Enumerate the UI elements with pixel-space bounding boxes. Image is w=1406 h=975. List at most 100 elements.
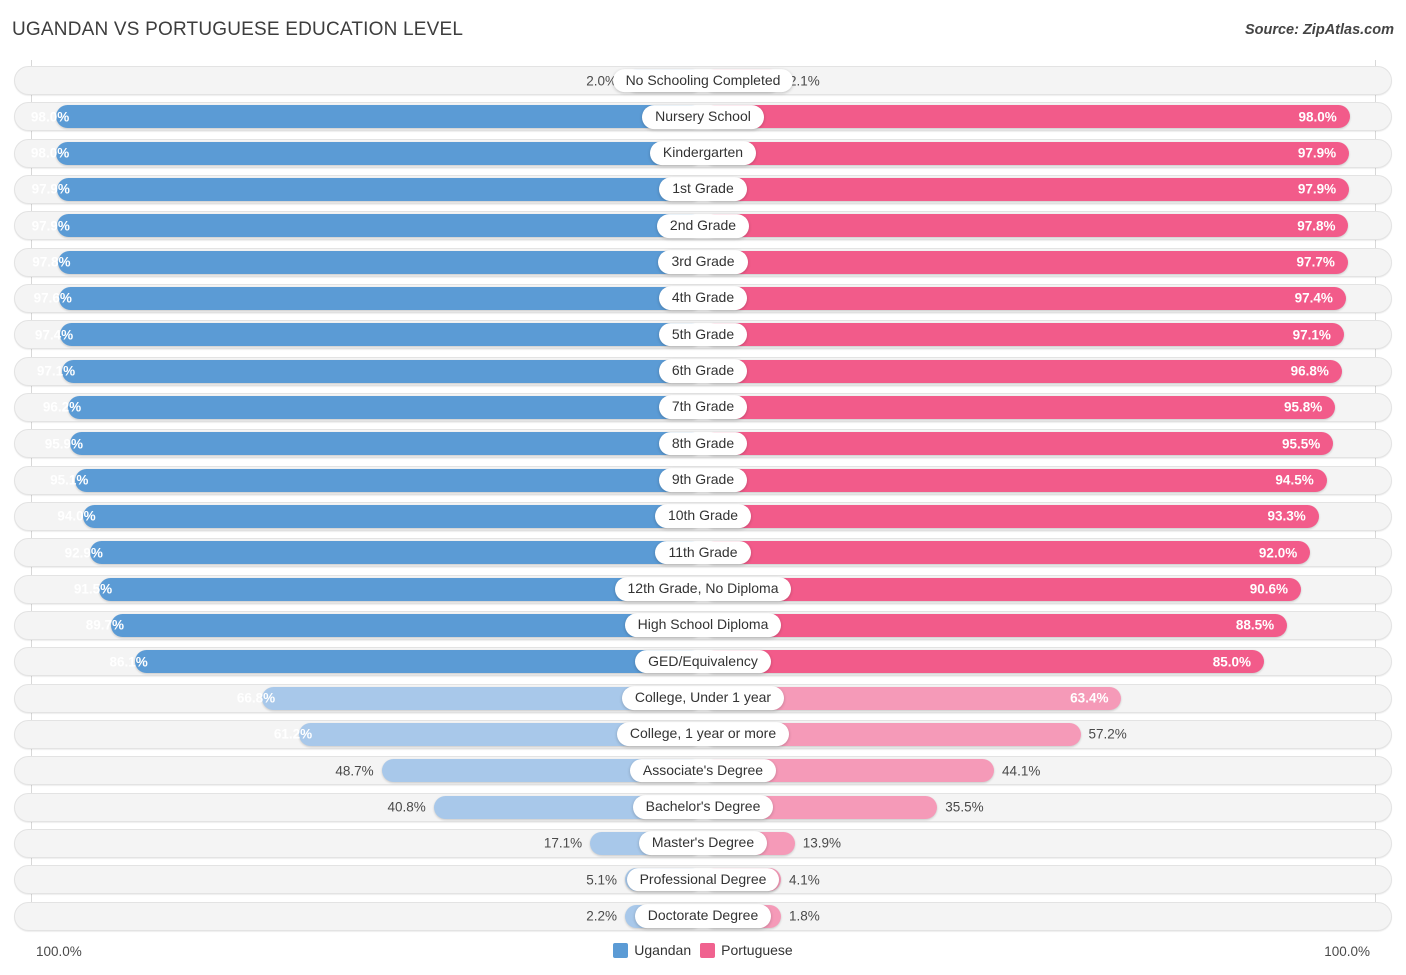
bar-ugandan[interactable] (56, 177, 703, 201)
value-label-portuguese: 4.1% (789, 872, 820, 887)
value-label-portuguese: 92.0% (1258, 545, 1298, 561)
bar-ugandan[interactable] (590, 831, 703, 855)
bar-portuguese[interactable] (703, 177, 1350, 201)
table-row: 17.1% 13.9% Master's Degree (14, 828, 1392, 858)
bar-ugandan[interactable] (57, 250, 703, 274)
bar-portuguese[interactable] (703, 214, 1349, 238)
bar-portuguese[interactable] (703, 359, 1342, 383)
bar-ugandan[interactable] (60, 323, 703, 347)
bar-ugandan[interactable] (56, 214, 703, 238)
value-label-ugandan: 66.8% (236, 690, 276, 706)
bar-portuguese[interactable] (703, 541, 1311, 565)
bar-ugandan[interactable] (89, 541, 703, 565)
bar-portuguese[interactable] (703, 759, 995, 783)
table-row: 2.2% 1.8% Doctorate Degree (14, 901, 1392, 931)
value-label-ugandan: 95.1% (50, 472, 89, 488)
bar-ugandan[interactable] (433, 795, 703, 819)
bar-portuguese[interactable] (703, 105, 1350, 129)
bar-portuguese[interactable] (703, 141, 1350, 165)
value-label-ugandan: 97.1% (36, 363, 76, 379)
value-label-portuguese: 96.8% (1290, 363, 1329, 379)
bar-ugandan[interactable] (56, 141, 703, 165)
value-label-portuguese: 94.5% (1275, 472, 1314, 488)
table-row: 94.0% 93.3% 10th Grade (14, 501, 1392, 531)
bar-ugandan[interactable] (110, 613, 703, 637)
table-row: 61.2% 57.2% College, 1 year or more (14, 719, 1392, 749)
bar-portuguese[interactable] (703, 250, 1348, 274)
bar-ugandan[interactable] (82, 504, 703, 528)
bar-portuguese[interactable] (703, 504, 1319, 528)
source-attribution: Source: ZipAtlas.com (1244, 22, 1394, 38)
table-row: 92.9% 92.0% 11th Grade (14, 538, 1392, 568)
value-label-ugandan: 61.2% (273, 726, 313, 742)
bar-portuguese[interactable] (703, 432, 1334, 456)
value-label-ugandan: 95.9% (44, 436, 84, 452)
table-row: 95.1% 94.5% 9th Grade (14, 465, 1392, 495)
legend-label: Portuguese (721, 942, 793, 958)
value-label-ugandan: 94.0% (57, 508, 96, 524)
bar-ugandan[interactable] (381, 759, 703, 783)
value-label-ugandan: 98.0% (30, 109, 70, 125)
table-row: 89.7% 88.5% High School Diploma (14, 610, 1392, 640)
bar-portuguese[interactable] (703, 795, 938, 819)
bar-portuguese[interactable] (703, 868, 781, 892)
value-label-portuguese: 98.0% (1298, 109, 1337, 125)
value-label-portuguese: 97.9% (1297, 145, 1337, 161)
legend-item-portuguese[interactable]: Portuguese (700, 942, 793, 958)
bar-ugandan[interactable] (68, 395, 703, 419)
page-title: UGANDAN VS PORTUGUESE EDUCATION LEVEL (12, 19, 464, 40)
value-label-ugandan: 5.1% (586, 872, 617, 887)
value-label-ugandan: 48.7% (335, 763, 374, 779)
bar-ugandan[interactable] (625, 868, 703, 892)
bar-portuguese[interactable] (703, 686, 1122, 710)
value-label-ugandan: 2.0% (586, 72, 617, 88)
table-row: 97.8% 97.7% 3rd Grade (14, 247, 1392, 277)
bar-portuguese[interactable] (703, 650, 1264, 674)
bar-portuguese[interactable] (703, 468, 1327, 492)
bar-portuguese[interactable] (703, 323, 1344, 347)
table-row: 97.1% 96.8% 6th Grade (14, 356, 1392, 386)
table-row: 48.7% 44.1% Associate's Degree (14, 756, 1392, 786)
value-label-portuguese: 95.8% (1284, 399, 1323, 415)
table-row: 98.0% 97.9% Kindergarten (14, 138, 1392, 168)
bar-ugandan[interactable] (99, 577, 703, 601)
value-label-ugandan: 97.8% (32, 254, 71, 270)
value-label-portuguese: 95.5% (1282, 436, 1321, 452)
value-label-ugandan: 17.1% (543, 835, 583, 851)
bar-ugandan[interactable] (62, 359, 703, 383)
bar-portuguese[interactable] (703, 286, 1346, 310)
table-row: 40.8% 35.5% Bachelor's Degree (14, 792, 1392, 822)
value-label-portuguese: 97.1% (1292, 327, 1331, 343)
value-label-ugandan: 86.1% (109, 654, 148, 670)
value-label-ugandan: 2.2% (586, 908, 617, 924)
bar-portuguese[interactable] (703, 395, 1336, 419)
value-label-portuguese: 2.1% (789, 72, 820, 88)
bar-ugandan[interactable] (75, 468, 703, 492)
bar-ugandan[interactable] (625, 69, 703, 92)
table-row: 66.8% 63.4% College, Under 1 year (14, 683, 1392, 713)
value-label-portuguese: 97.7% (1296, 254, 1335, 270)
value-label-portuguese: 57.2% (1088, 726, 1127, 742)
bar-portuguese[interactable] (703, 904, 781, 928)
bar-ugandan[interactable] (70, 432, 703, 456)
bar-ugandan[interactable] (625, 904, 703, 928)
table-row: 97.6% 97.4% 4th Grade (14, 283, 1392, 313)
value-label-portuguese: 97.9% (1297, 181, 1337, 197)
bar-portuguese[interactable] (703, 613, 1288, 637)
value-label-ugandan: 97.9% (31, 181, 70, 197)
bar-portuguese[interactable] (703, 831, 795, 855)
value-label-portuguese: 35.5% (945, 799, 984, 815)
bar-ugandan[interactable] (134, 650, 703, 674)
table-row: 86.1% 85.0% GED/Equivalency (14, 647, 1392, 677)
table-row: 2.0% 2.1% No Schooling Completed (14, 66, 1392, 95)
bar-ugandan[interactable] (299, 722, 703, 746)
bar-portuguese[interactable] (703, 577, 1301, 601)
bar-portuguese[interactable] (703, 69, 781, 92)
legend-item-ugandan[interactable]: Ugandan (613, 942, 691, 958)
bar-ugandan[interactable] (56, 105, 703, 129)
bar-portuguese[interactable] (703, 722, 1081, 746)
bar-ugandan[interactable] (58, 286, 703, 310)
value-label-ugandan: 92.9% (64, 545, 103, 561)
chart-root: UGANDAN VS PORTUGUESE EDUCATION LEVEL So… (0, 0, 1406, 975)
bar-ugandan[interactable] (262, 686, 703, 710)
